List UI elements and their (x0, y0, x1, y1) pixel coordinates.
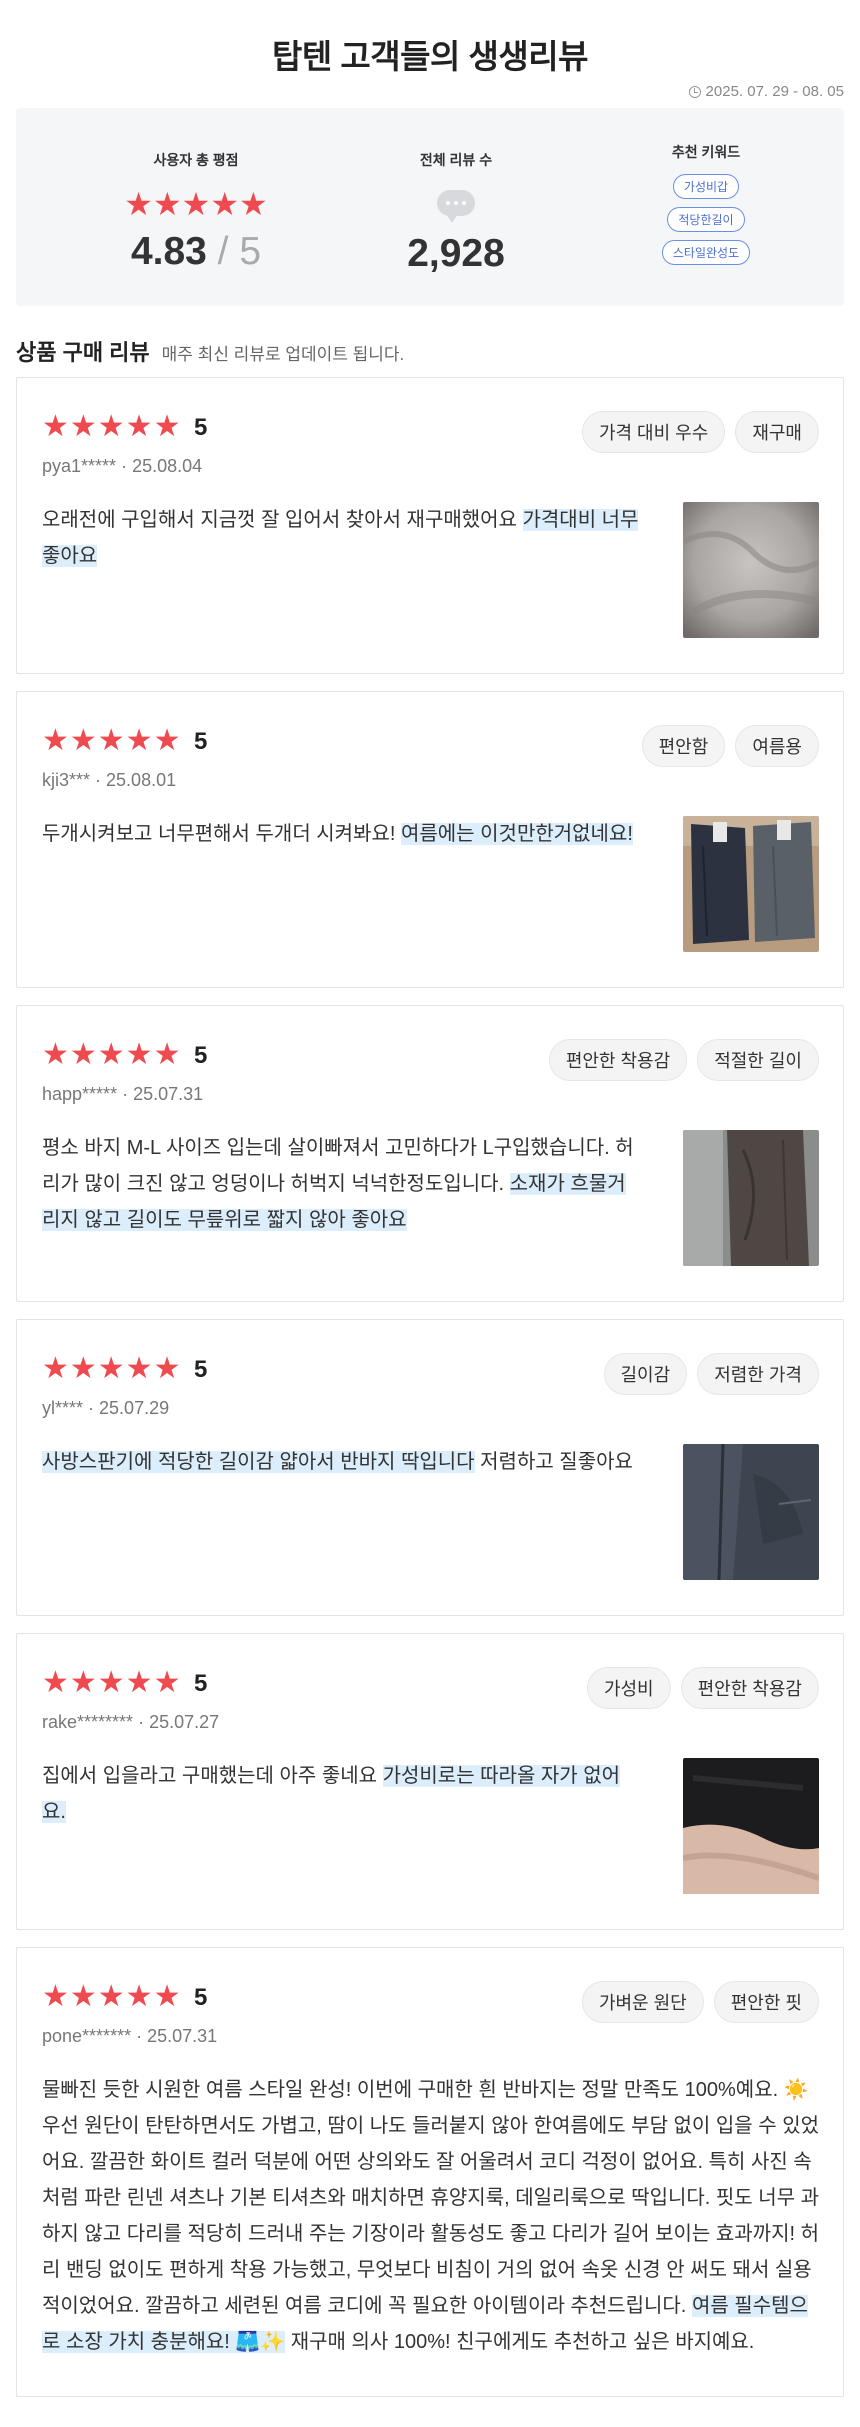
rating-max: 5 (239, 230, 262, 273)
rating-value: 4.83 (130, 230, 207, 273)
review-photo[interactable] (683, 1130, 819, 1266)
review-date: 25.07.29 (99, 1398, 170, 1418)
page-title: 탑텐 고객들의 생생리뷰 (272, 38, 588, 75)
section-subtitle: 매주 최신 리뷰로 업데이트 됩니다. (161, 345, 405, 364)
review-card: ★★★★★ 5 kji3*** · 25.08.01 편안함 여름용 두개시켜보… (16, 691, 844, 988)
review-card: ★★★★★ 5 rake******** · 25.07.27 가성비 편안한 … (16, 1633, 844, 1930)
total-rating-stars: ★★★★★ (124, 186, 268, 222)
review-stars: ★★★★★ (42, 1352, 182, 1385)
review-tag: 재구매 (735, 411, 819, 453)
review-stars: ★★★★★ (42, 724, 182, 757)
review-text: 사방스판기에 적당한 길이감 얇아서 반바지 딱입니다 저렴하고 질좋아요 (42, 1444, 642, 1480)
clock-icon (688, 85, 701, 98)
review-text: 두개시켜보고 너무편해서 두개더 시켜봐요! 여름에는 이것만한거없네요! (42, 816, 642, 852)
reviewer-name: pya1***** (42, 456, 117, 476)
review-tag: 길이감 (603, 1353, 688, 1395)
section-header: 상품 구매 리뷰 매주 최신 리뷰로 업데이트 됩니다. (16, 335, 404, 367)
review-count-value: 2,928 (407, 232, 505, 275)
review-text: 평소 바지 M-L 사이즈 입는데 살이빠져서 고민하다가 L구입했습니다. 허… (42, 1130, 642, 1238)
review-page: 탑텐 고객들의 생생리뷰 2025. 07. 29 - 08. 05 사용자 총… (0, 0, 860, 2427)
review-date: 25.08.04 (132, 456, 203, 476)
total-rating-score: 4.83 / 5 (130, 230, 262, 273)
keywords-label: 추천 키워드 (671, 144, 741, 160)
review-rating: 5 (194, 728, 208, 755)
review-text: 집에서 입을라고 구매했는데 아주 좋네요 가성비로는 따라올 자가 없어요. (42, 1758, 642, 1830)
review-stars: ★★★★★ (42, 1038, 182, 1071)
review-tag: 저렴한 가격 (697, 1353, 819, 1395)
review-tags: 가벼운 원단 편안한 핏 (581, 1981, 819, 2023)
review-tag: 가격 대비 우수 (581, 411, 726, 453)
review-rating: 5 (194, 1042, 208, 1069)
review-text-after: 재구매 의사 100%! 친구에게도 추천하고 싶은 바지예요. (285, 2331, 755, 2353)
review-meta: pone******* · 25.07.31 (42, 2026, 218, 2046)
review-card: ★★★★★ 5 yl**** · 25.07.29 길이감 저렴한 가격 사방스… (16, 1319, 844, 1616)
review-text-plain: 오래전에 구입해서 지금껏 잘 입어서 찾아서 재구매했어요 (42, 509, 523, 531)
reviewer-name: happ***** (42, 1084, 118, 1104)
review-tags: 길이감 저렴한 가격 (603, 1353, 819, 1395)
review-text-plain: 두개시켜보고 너무편해서 두개더 시켜봐요! (42, 823, 401, 845)
review-text-plain: 집에서 입을라고 구매했는데 아주 좋네요 (42, 1765, 383, 1787)
reviewer-name: rake******** (42, 1712, 134, 1732)
review-highlight: 사방스판기에 적당한 길이감 얇아서 반바지 딱입니다 (42, 1451, 475, 1473)
review-stars: ★★★★★ (42, 410, 182, 443)
review-tag: 편안한 착용감 (548, 1039, 688, 1081)
review-tags: 가성비 편안한 착용감 (586, 1667, 819, 1709)
review-meta: rake******** · 25.07.27 (42, 1712, 220, 1732)
review-card: ★★★★★ 5 pone******* · 25.07.31 가벼운 원단 편안… (16, 1947, 844, 2397)
review-tag: 여름용 (735, 725, 819, 767)
keyword-chip[interactable]: 가성비갑 (672, 174, 740, 199)
review-tag: 편안한 핏 (713, 1981, 819, 2023)
total-rating: 사용자 총 평점 ★★★★★ 4.83 / 5 (86, 108, 306, 306)
review-text: 물빠진 듯한 시원한 여름 스타일 완성! 이번에 구매한 흰 반바지는 정말 … (42, 2072, 822, 2360)
keyword-chip[interactable]: 스타일완성도 (661, 240, 751, 265)
review-tags: 편안한 착용감 적절한 길이 (548, 1039, 819, 1081)
review-date: 25.07.31 (133, 1084, 204, 1104)
review-date: 25.07.27 (149, 1712, 220, 1732)
period-text: 2025. 07. 29 - 08. 05 (705, 83, 844, 100)
review-tag: 가성비 (586, 1667, 671, 1709)
review-text-after: 저렴하고 질좋아요 (474, 1451, 633, 1473)
total-rating-label: 사용자 총 평점 (153, 152, 239, 168)
review-card: ★★★★★ 5 happ***** · 25.07.31 편안한 착용감 적절한… (16, 1005, 844, 1302)
section-title: 상품 구매 리뷰 (16, 340, 150, 365)
review-meta: yl**** · 25.07.29 (42, 1398, 170, 1418)
review-rating: 5 (194, 1670, 208, 1697)
reviewer-name: yl**** (42, 1398, 84, 1418)
review-stars: ★★★★★ (42, 1980, 182, 2013)
review-count: 전체 리뷰 수 2,928 (346, 108, 566, 306)
review-count-label: 전체 리뷰 수 (419, 152, 493, 168)
review-rating: 5 (194, 1356, 208, 1383)
review-photo[interactable] (683, 1444, 819, 1580)
review-meta: kji3*** · 25.08.01 (42, 770, 177, 790)
review-card: ★★★★★ 5 pya1***** · 25.08.04 가격 대비 우수 재구… (16, 377, 844, 674)
review-highlight: 여름에는 이것만한거없네요! (400, 823, 633, 845)
review-tag: 적절한 길이 (697, 1039, 819, 1081)
comment-icon (346, 190, 566, 223)
review-stars: ★★★★★ (42, 1666, 182, 1699)
review-meta: pya1***** · 25.08.04 (42, 456, 203, 476)
review-photo[interactable] (683, 816, 819, 952)
review-photo[interactable] (683, 1758, 819, 1894)
recommended-keywords: 추천 키워드 가성비갑 적당한길이 스타일완성도 (596, 108, 816, 306)
review-period: 2025. 07. 29 - 08. 05 (688, 83, 844, 100)
review-photo[interactable] (683, 502, 819, 638)
review-rating: 5 (194, 1984, 208, 2011)
review-text: 오래전에 구입해서 지금껏 잘 입어서 찾아서 재구매했어요 가격대비 너무 좋… (42, 502, 642, 574)
review-text-plain: 물빠진 듯한 시원한 여름 스타일 완성! 이번에 구매한 흰 반바지는 정말 … (42, 2079, 819, 2317)
review-tags: 편안함 여름용 (641, 725, 819, 767)
review-date: 25.07.31 (147, 2026, 218, 2046)
review-meta: happ***** · 25.07.31 (42, 1084, 204, 1104)
keyword-chip[interactable]: 적당한길이 (667, 207, 745, 232)
reviewer-name: pone******* (42, 2026, 132, 2046)
review-rating: 5 (194, 414, 208, 441)
review-date: 25.08.01 (106, 770, 177, 790)
review-tags: 가격 대비 우수 재구매 (581, 411, 819, 453)
rating-summary: 사용자 총 평점 ★★★★★ 4.83 / 5 전체 리뷰 수 2,928 추천… (16, 108, 844, 306)
reviewer-name: kji3*** (42, 770, 91, 790)
review-tag: 편안한 착용감 (680, 1667, 819, 1709)
review-tag: 편안함 (641, 725, 726, 767)
review-tag: 가벼운 원단 (581, 1981, 704, 2023)
